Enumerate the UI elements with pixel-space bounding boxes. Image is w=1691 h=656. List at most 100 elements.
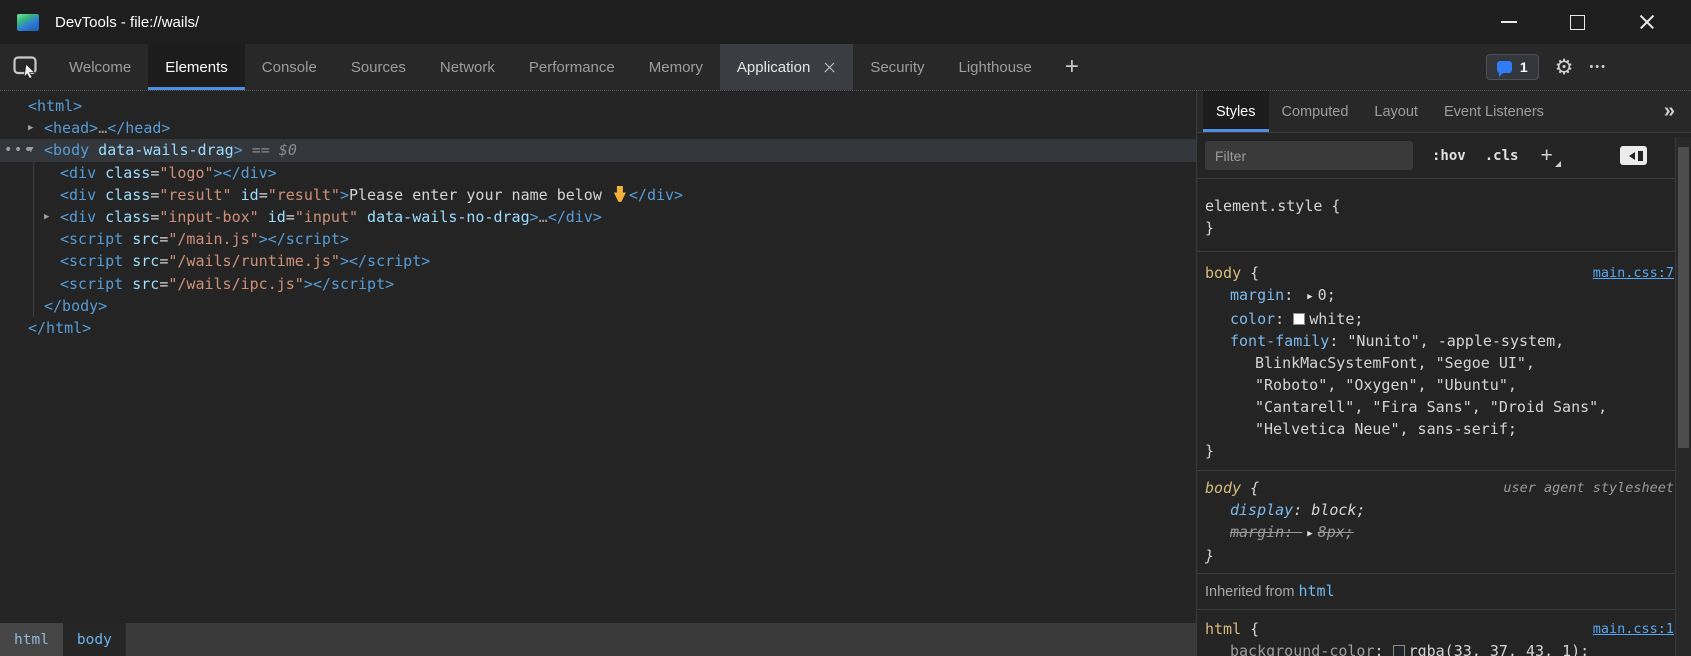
styles-sections: element.style {}main.css:7body {margin: … xyxy=(1197,179,1676,656)
tab-application[interactable]: Application xyxy=(720,44,853,90)
scrollbar-thumb[interactable] xyxy=(1678,147,1689,448)
styles-filter-bar: :hov .cls + xyxy=(1197,133,1691,179)
inspect-element-button[interactable] xyxy=(0,44,52,90)
style-rule: element.style {} xyxy=(1197,179,1676,252)
tab-event-listeners[interactable]: Event Listeners xyxy=(1431,91,1557,132)
settings-button[interactable]: ⚙ xyxy=(1555,55,1574,79)
tab-styles[interactable]: Styles xyxy=(1203,91,1269,132)
expand-arrow-icon[interactable]: ▶ xyxy=(28,117,33,139)
gear-icon: ⚙ xyxy=(1555,55,1574,79)
computed-styles-sidebar-toggle[interactable] xyxy=(1620,146,1647,165)
issues-bubble-icon xyxy=(1497,61,1512,73)
devtools-app-icon xyxy=(17,14,39,31)
styles-tab-bar: Styles Computed Layout Event Listeners » xyxy=(1197,91,1691,133)
toolbar-right-group: 1 ⚙ ••• xyxy=(1486,44,1607,90)
close-button[interactable] xyxy=(1612,0,1681,44)
tab-lighthouse[interactable]: Lighthouse xyxy=(942,44,1049,90)
dom-tree-row[interactable]: •••▼<body data-wails-drag> == $0 xyxy=(0,139,1196,161)
rule-origin: user agent stylesheet xyxy=(1503,477,1674,499)
rule-selector[interactable]: main.css:1html { xyxy=(1205,618,1674,640)
dom-tree-row[interactable]: ▶<head>…</head> xyxy=(0,117,1196,139)
minimize-button[interactable] xyxy=(1474,0,1543,44)
style-rule: main.css:1html {background-color: rgba(3… xyxy=(1197,610,1676,656)
close-tab-icon[interactable] xyxy=(823,61,836,74)
tab-network[interactable]: Network xyxy=(423,44,512,90)
plus-icon: + xyxy=(1065,53,1079,81)
chevron-double-right-icon: » xyxy=(1664,100,1675,123)
styles-filter-input[interactable] xyxy=(1205,141,1413,170)
arrow-left-icon xyxy=(1625,152,1635,160)
tab-security[interactable]: Security xyxy=(853,44,941,90)
issues-count: 1 xyxy=(1520,59,1528,75)
devtools-toolbar: Welcome Elements Console Sources Network… xyxy=(0,44,1691,90)
inherited-from-header: Inherited from html xyxy=(1197,574,1676,610)
tab-welcome[interactable]: Welcome xyxy=(52,44,148,90)
dom-tree-row[interactable]: <div class="result" id="result">Please e… xyxy=(0,184,1196,206)
rule-selector[interactable]: user agent stylesheetbody { xyxy=(1205,477,1674,499)
more-tools-button[interactable]: + xyxy=(1049,44,1095,90)
expand-arrow-icon[interactable]: ▶ xyxy=(44,206,49,228)
dom-tree-row[interactable]: </body> xyxy=(0,295,1196,317)
tab-sources[interactable]: Sources xyxy=(334,44,423,90)
more-dots-icon: ••• xyxy=(1589,61,1607,73)
customize-devtools-button[interactable]: ••• xyxy=(1589,61,1607,73)
rule-origin[interactable]: main.css:7 xyxy=(1593,262,1674,284)
dom-tree-row[interactable]: <script src="/main.js"></script> xyxy=(0,228,1196,250)
new-style-rule-button[interactable]: + xyxy=(1540,144,1559,168)
issues-counter-button[interactable]: 1 xyxy=(1486,54,1539,80)
rule-selector[interactable]: element.style { xyxy=(1205,195,1674,217)
close-icon xyxy=(1639,14,1655,30)
rule-selector[interactable]: main.css:7body { xyxy=(1205,262,1674,284)
more-tabs-button[interactable]: » xyxy=(1664,91,1675,132)
maximize-button[interactable] xyxy=(1543,0,1612,44)
tab-memory[interactable]: Memory xyxy=(632,44,720,90)
breadcrumb-item-body[interactable]: body xyxy=(63,623,126,656)
css-property[interactable]: margin: ▶8px; xyxy=(1205,521,1674,545)
css-property-continuation: "Helvetica Neue", sans-serif; xyxy=(1205,418,1674,440)
window-title: DevTools - file://wails/ xyxy=(55,14,199,31)
style-rule: user agent stylesheetbody {display: bloc… xyxy=(1197,471,1676,574)
breadcrumb-item-html[interactable]: html xyxy=(0,623,63,656)
tab-performance[interactable]: Performance xyxy=(512,44,632,90)
tab-computed[interactable]: Computed xyxy=(1269,91,1362,132)
breadcrumb: html body xyxy=(0,623,1196,656)
styles-scrollbar[interactable] xyxy=(1675,137,1691,656)
rule-origin[interactable]: main.css:1 xyxy=(1593,618,1674,640)
element-classes-button[interactable]: .cls xyxy=(1485,148,1519,164)
window-titlebar: DevTools - file://wails/ xyxy=(0,0,1691,44)
css-property[interactable]: display: block; xyxy=(1205,499,1674,521)
dom-tree-row[interactable]: <script src="/wails/ipc.js"></script> xyxy=(0,273,1196,295)
dom-tree-row[interactable]: </html> xyxy=(0,317,1196,339)
inherited-label: Inherited from xyxy=(1205,584,1299,600)
css-property[interactable]: color: white; xyxy=(1205,308,1674,330)
css-property[interactable]: font-family: "Nunito", -apple-system, xyxy=(1205,330,1674,352)
elements-panel: <html>▶<head>…</head>•••▼<body data-wail… xyxy=(0,91,1197,656)
expand-shorthand-icon[interactable]: ▶ xyxy=(1307,286,1312,308)
css-property[interactable]: margin: ▶0; xyxy=(1205,284,1674,308)
css-property-continuation: BlinkMacSystemFont, "Segoe UI", xyxy=(1205,352,1674,374)
dom-tree-row[interactable]: <div class="logo"></div> xyxy=(0,162,1196,184)
dom-tree-row[interactable]: ▶<div class="input-box" id="input" data-… xyxy=(0,206,1196,228)
tab-console[interactable]: Console xyxy=(245,44,334,90)
closing-brace: } xyxy=(1205,440,1674,462)
tab-layout[interactable]: Layout xyxy=(1361,91,1431,132)
inspect-cursor-icon xyxy=(13,56,40,78)
panel-bar-icon xyxy=(1638,151,1643,161)
closing-brace: } xyxy=(1205,545,1674,567)
color-swatch[interactable] xyxy=(1393,645,1405,656)
inherited-node-link[interactable]: html xyxy=(1299,582,1335,600)
closing-brace: } xyxy=(1205,217,1674,239)
dom-tree-row[interactable]: <script src="/wails/runtime.js"></script… xyxy=(0,250,1196,272)
dropdown-corner-icon xyxy=(1555,161,1561,167)
color-swatch[interactable] xyxy=(1293,313,1305,325)
plus-icon: + xyxy=(1540,144,1552,167)
styles-sidebar: Styles Computed Layout Event Listeners »… xyxy=(1197,91,1691,656)
expand-shorthand-icon[interactable]: ▶ xyxy=(1307,523,1312,545)
css-property-continuation: "Roboto", "Oxygen", "Ubuntu", xyxy=(1205,374,1674,396)
css-property[interactable]: background-color: rgba(33, 37, 43, 1); xyxy=(1205,640,1674,656)
collapse-arrow-icon[interactable]: ▼ xyxy=(28,139,33,161)
window-controls xyxy=(1474,0,1681,44)
dom-tree-row[interactable]: <html> xyxy=(0,95,1196,117)
tab-elements[interactable]: Elements xyxy=(148,44,245,90)
toggle-element-state-button[interactable]: :hov xyxy=(1432,148,1466,164)
